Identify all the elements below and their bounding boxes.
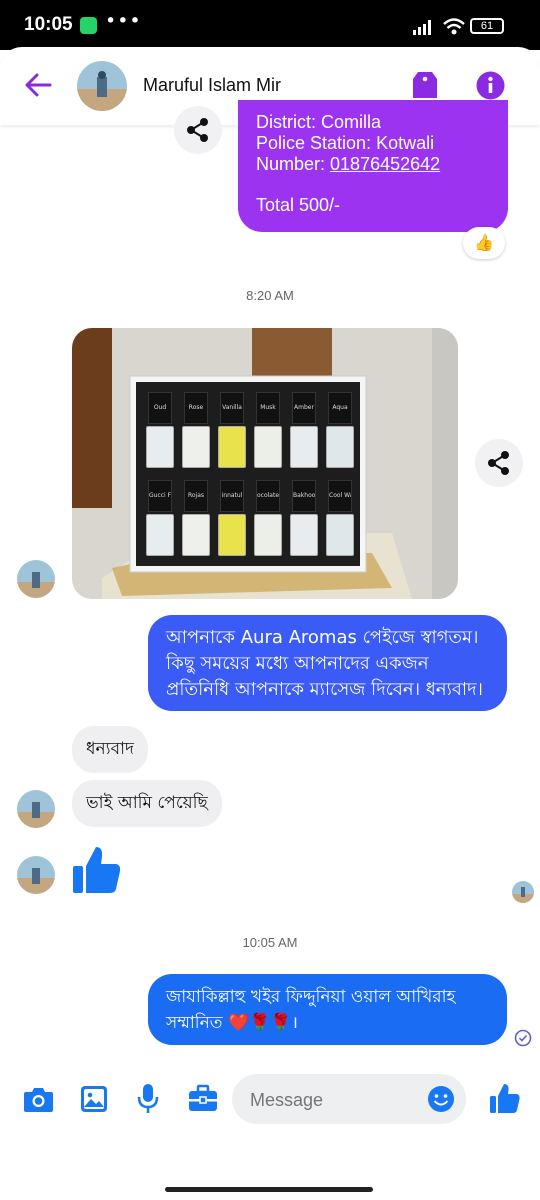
share-icon — [488, 451, 509, 475]
send-like-icon[interactable] — [489, 1082, 521, 1114]
order-district: District: Comilla — [256, 112, 382, 132]
camera-icon[interactable] — [23, 1085, 54, 1113]
wifi-icon — [443, 18, 465, 35]
perfume-bottle: Rose — [182, 392, 210, 472]
bottle-label: Vanilla — [220, 392, 244, 424]
share-icon — [187, 118, 208, 142]
sender-avatar[interactable] — [17, 856, 55, 894]
bottle-body — [146, 514, 174, 556]
signal-icon — [413, 20, 431, 35]
reaction-badge[interactable]: 👍 — [463, 227, 505, 259]
message-composer[interactable] — [232, 1074, 466, 1124]
microphone-icon[interactable] — [137, 1083, 159, 1115]
bottle-label: Amber — [292, 392, 316, 424]
bottle-body — [182, 514, 210, 556]
timestamp: 10:05 AM — [242, 935, 298, 950]
contact-avatar[interactable] — [77, 61, 127, 111]
emoji-icon[interactable] — [427, 1085, 455, 1113]
order-message-bubble[interactable]: District: Comilla Police Station: Kotwal… — [238, 100, 508, 232]
bottle-label: Rojas — [184, 480, 208, 512]
bottle-body — [326, 514, 354, 556]
phone-number-link[interactable]: 01876452642 — [330, 154, 440, 174]
share-button[interactable] — [475, 439, 523, 487]
bottle-body — [290, 514, 318, 556]
welcome-message-bubble[interactable]: আপনাকে Aura Aromas পেইজে স্বাগতম। কিছু স… — [148, 615, 507, 711]
contact-name[interactable]: Maruful Islam Mir — [143, 75, 281, 96]
bottle-label: Bakhoo — [292, 480, 316, 512]
perfume-bottle: ocolate — [254, 480, 282, 560]
bottle-label: Cool Wa — [328, 480, 352, 512]
order-total: Total 500/- — [256, 195, 341, 215]
status-bar: 10:05 ••• 61 — [0, 0, 540, 50]
perfume-bottle: Aqua — [326, 392, 354, 472]
bottle-body — [290, 426, 318, 468]
share-button[interactable] — [174, 106, 222, 154]
bottle-body — [218, 426, 246, 468]
status-time: 10:05 — [24, 14, 73, 35]
perfume-bottle: Oud — [146, 392, 174, 472]
perfume-bottle: Amber — [290, 392, 318, 472]
bottle-body — [326, 426, 354, 468]
perfume-bottle: Gucci Fl — [146, 480, 174, 560]
timestamp: 8:20 AM — [246, 288, 294, 303]
bottle-label: Oud — [148, 392, 172, 424]
bottle-body — [182, 426, 210, 468]
perfume-bottle: innatul — [218, 480, 246, 560]
order-police-station: Police Station: Kotwali — [256, 133, 435, 153]
gallery-icon[interactable] — [80, 1085, 108, 1113]
delivered-check-icon — [514, 1029, 532, 1047]
perfume-bottle: Vanilla — [218, 392, 246, 472]
message-input[interactable] — [248, 1085, 422, 1115]
back-arrow-icon[interactable] — [24, 72, 54, 98]
bottle-label: Aqua — [328, 392, 352, 424]
perfume-bottle: Musk — [254, 392, 282, 472]
sender-avatar[interactable] — [17, 560, 55, 598]
bottle-label: innatul — [220, 480, 244, 512]
bottle-label: Gucci Fl — [148, 480, 172, 512]
bottle-body — [218, 514, 246, 556]
bottle-body — [254, 514, 282, 556]
last-message-bubble[interactable]: জাযাকিল্লাহু খইর ফিদ্দুনিয়া ওয়াল আখিরা… — [148, 974, 507, 1045]
bottle-label: Musk — [256, 392, 280, 424]
info-icon[interactable] — [476, 71, 505, 100]
incoming-message-bubble[interactable]: ভাই আমি পেয়েছি — [72, 780, 222, 827]
battery-icon: 61 — [470, 18, 504, 34]
incoming-message-bubble[interactable]: ধন্যবাদ — [72, 726, 148, 773]
perfume-bottle: Rojas — [182, 480, 210, 560]
whatsapp-notification-icon — [80, 17, 97, 34]
bottle-body — [254, 426, 282, 468]
sender-avatar[interactable] — [17, 790, 55, 828]
perfume-bottle: Bakhoo — [290, 480, 318, 560]
bottle-body — [146, 426, 174, 468]
like-thumb-icon[interactable] — [72, 845, 122, 895]
seen-avatar — [512, 881, 534, 903]
bottle-label: Rose — [184, 392, 208, 424]
tag-icon[interactable] — [412, 70, 438, 100]
product-photo[interactable]: Oud Rose Vanilla Musk Amber Aqua Gucci Fl Rojas… — [72, 328, 458, 599]
more-notifications-icon: ••• — [105, 10, 142, 32]
home-indicator — [165, 1187, 373, 1192]
bottle-label: ocolate — [256, 480, 280, 512]
briefcase-icon[interactable] — [188, 1084, 218, 1112]
order-number-line: Number: 01876452642 — [256, 154, 441, 174]
perfume-bottle: Cool Wa — [326, 480, 354, 560]
